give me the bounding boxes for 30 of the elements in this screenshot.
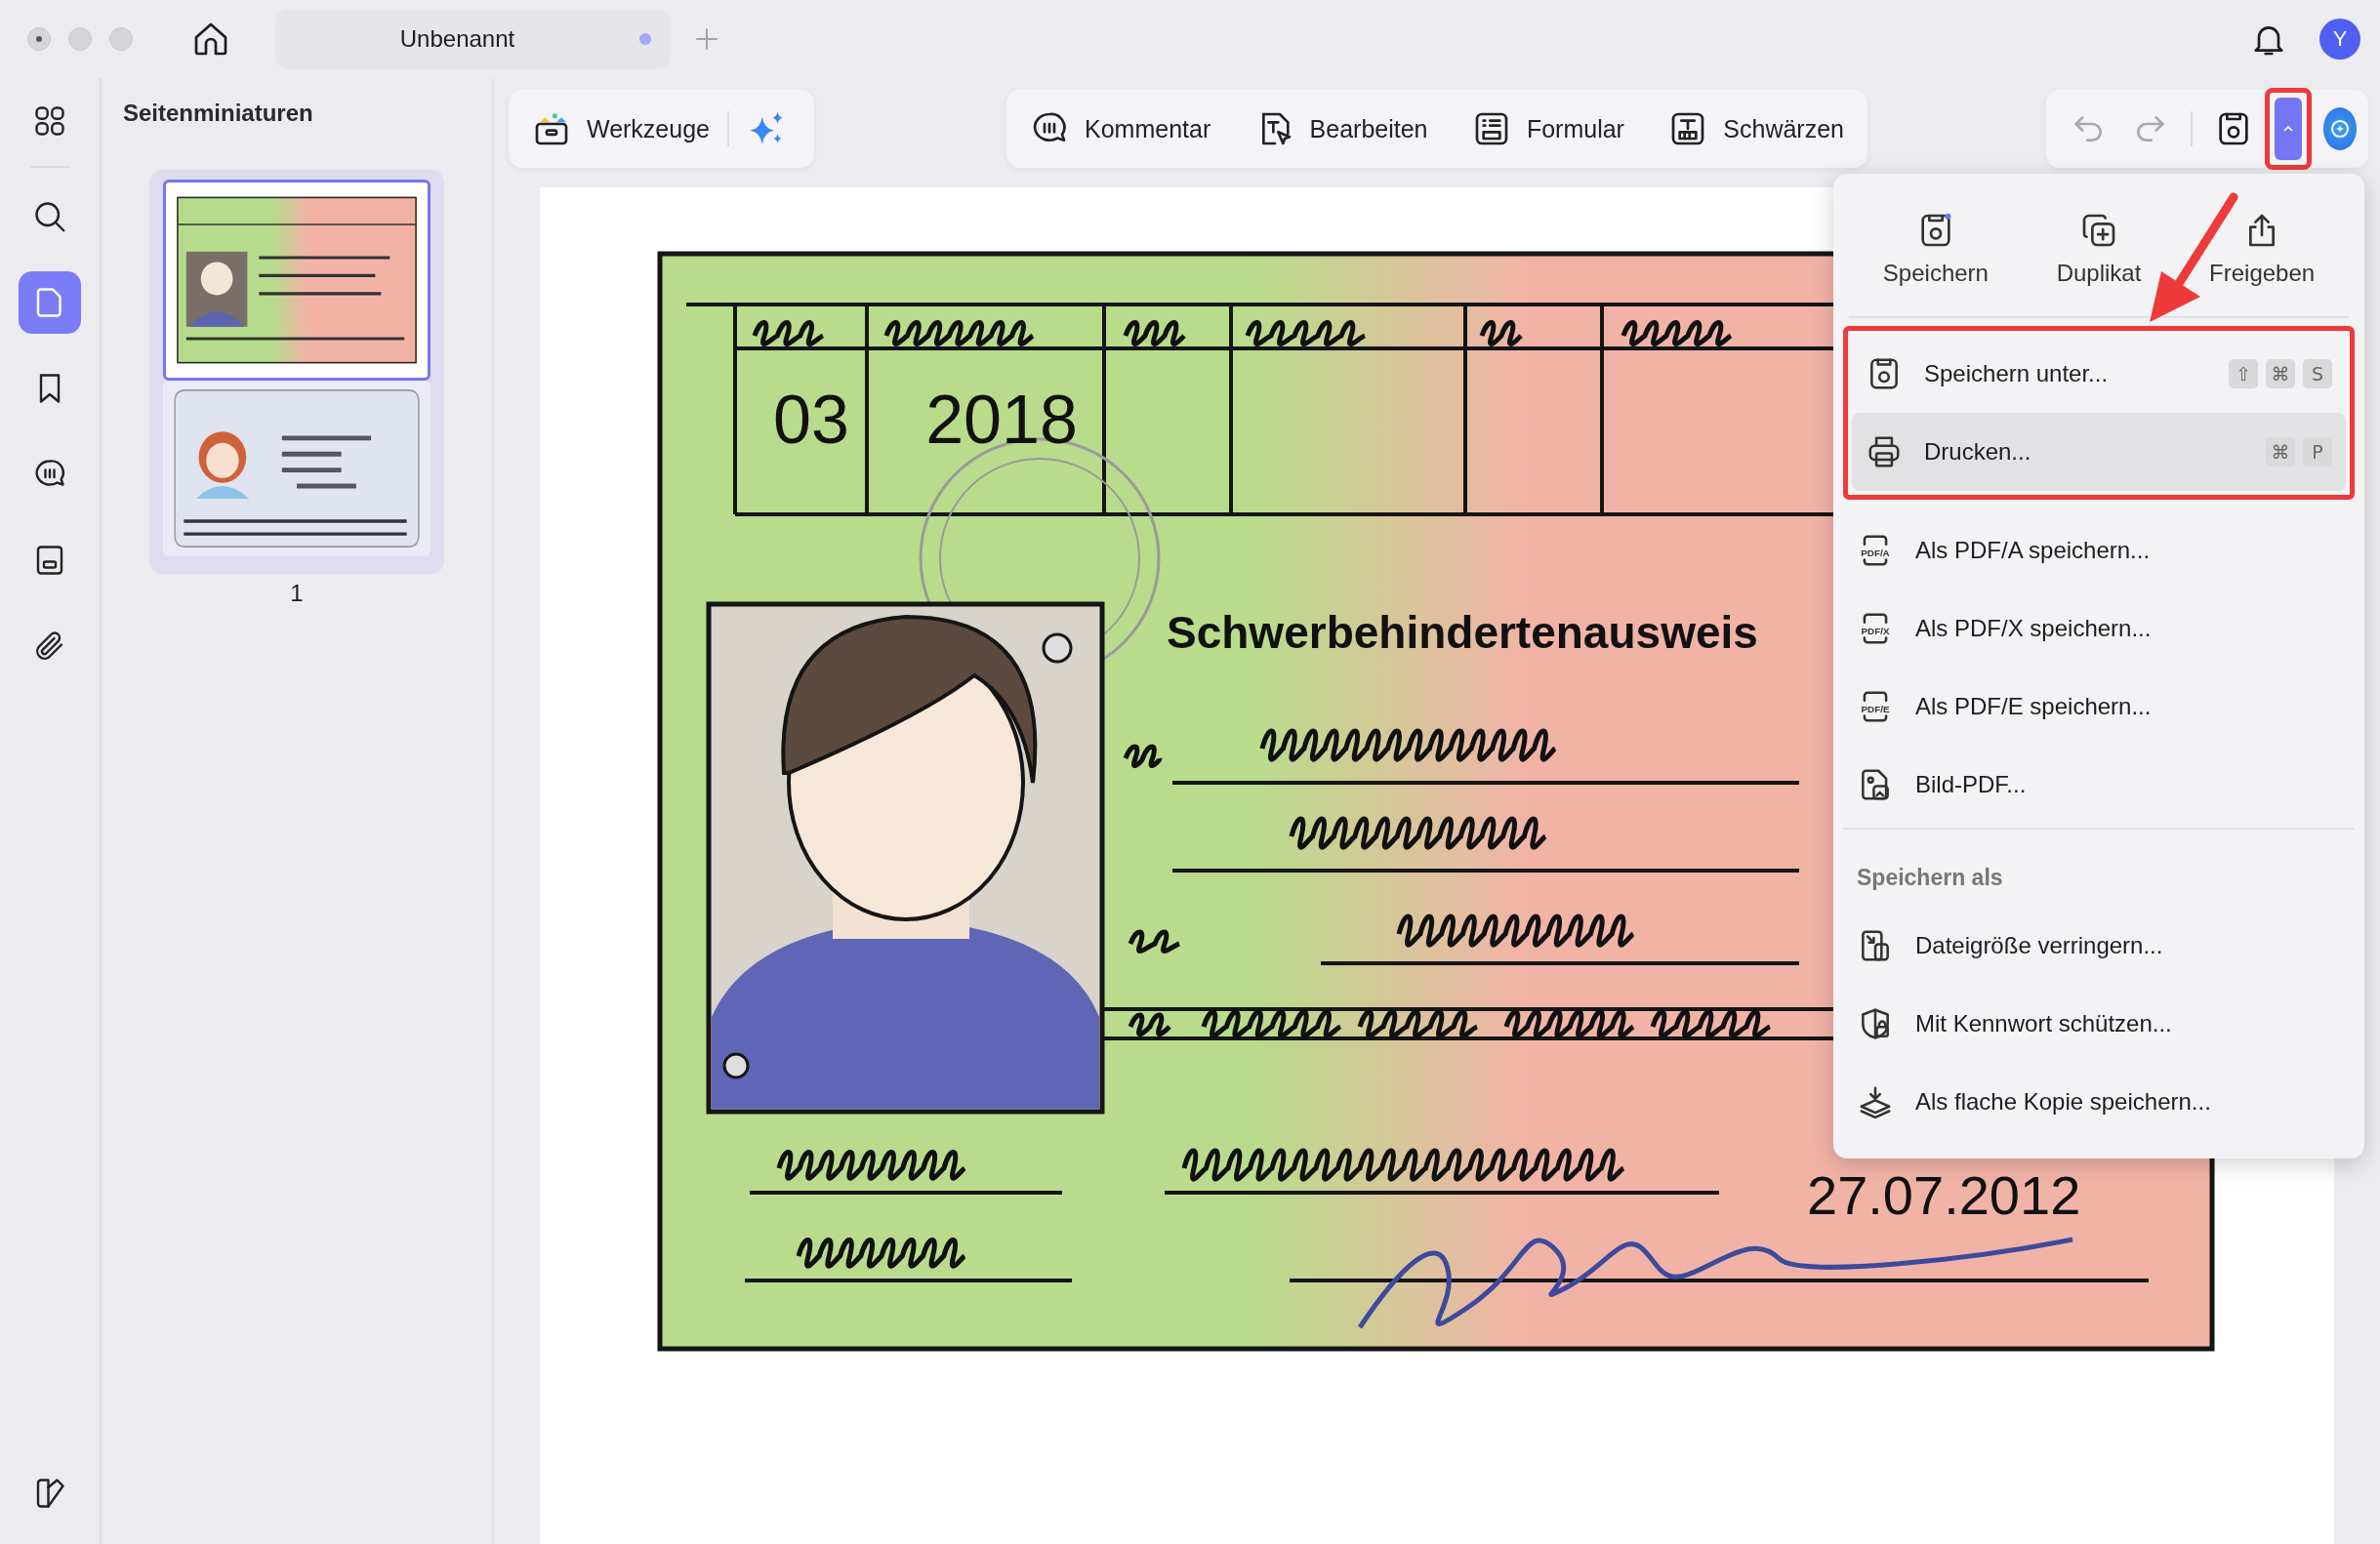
card-field-text: 03	[773, 382, 849, 458]
section-heading: Speichern als	[1856, 864, 2004, 892]
shortcut-key: S	[2303, 359, 2332, 388]
menu-item[interactable]: Als flache Kopie speichern...	[1843, 1063, 2355, 1141]
menu-item[interactable]: Dateigröße verringern...	[1843, 907, 2355, 985]
shortcut-key: ⌘	[2266, 437, 2295, 467]
mode-button[interactable]: Schwärzen	[1668, 109, 1844, 148]
menu-item[interactable]: PDF/A Als PDF/A speichern...	[1843, 511, 2355, 589]
panel-title: Seitenminiaturen	[123, 100, 313, 127]
menu-action[interactable]: Duplikat	[2056, 211, 2142, 287]
mode-button[interactable]: Kommentar	[1030, 109, 1211, 148]
card-title: Schwerbehindertenausweis	[1167, 607, 1758, 658]
menu-item[interactable]: PDF/X Als PDF/X speichern...	[1843, 589, 2355, 668]
page-number: 1	[290, 580, 304, 607]
menu-action[interactable]: Freigeben	[2209, 211, 2316, 287]
card-date: 27.07.2012	[1807, 1164, 2081, 1226]
shortcut-key: ⇧	[2229, 359, 2258, 388]
mode-button[interactable]: Formular	[1471, 109, 1624, 148]
menu-action[interactable]: Speichern	[1882, 211, 1989, 287]
shortcut-key: P	[2303, 437, 2332, 467]
card-field-text: 2018	[925, 382, 1078, 458]
menu-item[interactable]: Speichern unter... ⇧ ⌘ S	[1852, 335, 2346, 413]
menu-item[interactable]: Drucken... ⌘ P	[1852, 413, 2346, 491]
menu-item[interactable]: PDF/E Als PDF/E speichern...	[1843, 668, 2355, 746]
shortcut-key: ⌘	[2266, 359, 2295, 388]
document-tab[interactable]: Unbenannt	[275, 9, 671, 69]
menu-item[interactable]: Mit Kennwort schützen...	[1843, 985, 2355, 1063]
mode-button[interactable]: Bearbeiten	[1254, 109, 1428, 148]
user-avatar[interactable]: Y	[2319, 19, 2360, 60]
menu-item[interactable]: Bild-PDF...	[1843, 746, 2355, 824]
